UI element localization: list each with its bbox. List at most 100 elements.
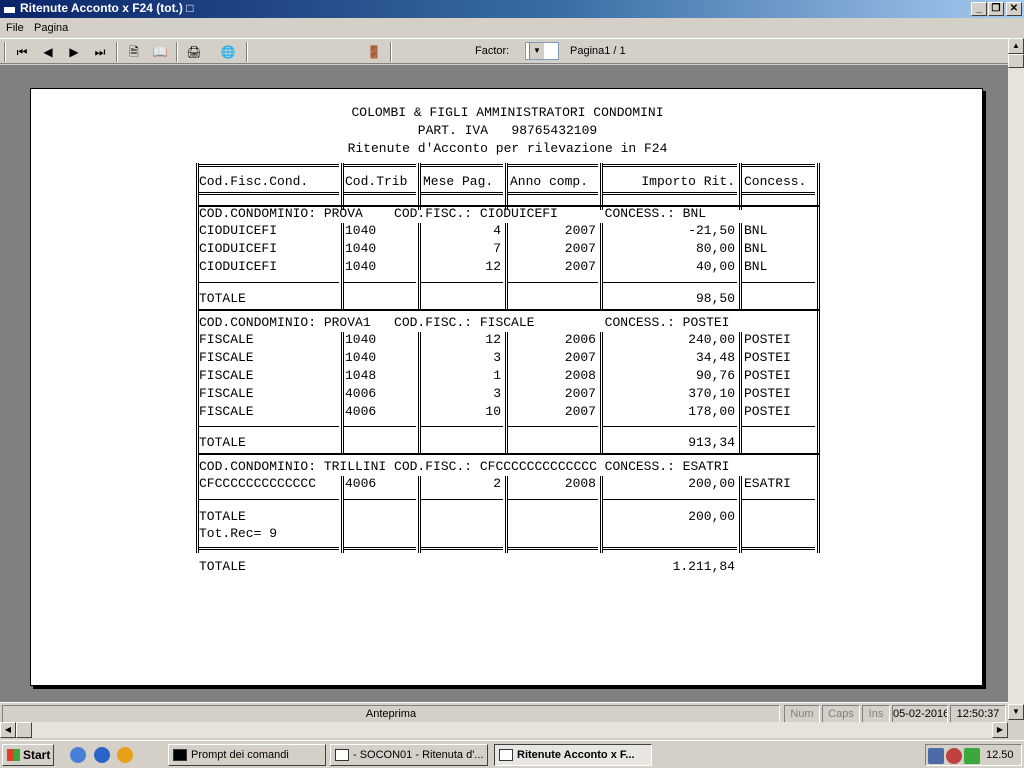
- subtotal-rule: [603, 499, 737, 500]
- window-icon: [3, 3, 16, 14]
- table-cell: 370,10: [688, 386, 735, 401]
- task-ritenute-acconto[interactable]: Ritenute Acconto x F...: [494, 744, 652, 766]
- menu-bar: File Pagina: [0, 19, 1008, 38]
- column-divider: [341, 332, 344, 455]
- table-cell: BNL: [744, 241, 768, 256]
- internet-explorer-icon[interactable]: [94, 747, 110, 763]
- two-pages-icon[interactable]: 📖: [150, 42, 170, 62]
- table-cell: 80,00: [695, 241, 735, 256]
- table-cell: FISCALE: [199, 368, 254, 383]
- scroll-thumb[interactable]: [16, 722, 32, 738]
- report-title: Ritenute d'Acconto per rilevazione in F2…: [347, 141, 668, 156]
- subtotal-value: 98,50: [695, 291, 735, 306]
- scroll-left-icon[interactable]: ◀: [0, 722, 16, 738]
- subtotal-rule: [199, 499, 339, 500]
- table-cell: 2007: [564, 350, 596, 365]
- vat-number: PART. IVA 98765432109: [417, 123, 598, 138]
- header-rule: [508, 192, 598, 195]
- scroll-right-icon[interactable]: ▶: [992, 722, 1008, 738]
- chevron-down-icon[interactable]: ▼: [529, 43, 544, 59]
- vertical-scrollbar[interactable]: ▲ ▼: [1008, 38, 1024, 720]
- task-command-prompt[interactable]: Prompt dei comandi: [168, 744, 326, 766]
- header-rule: [603, 164, 737, 167]
- table-cell: 1040: [345, 332, 377, 347]
- table-cell: 4006: [345, 476, 377, 491]
- scroll-up-icon[interactable]: ▲: [1008, 38, 1024, 54]
- table-cell: 4006: [345, 386, 377, 401]
- desktop-icon[interactable]: [70, 747, 86, 763]
- menu-pagina[interactable]: Pagina: [34, 22, 68, 34]
- table-cell: 1040: [345, 350, 377, 365]
- header-rule: [742, 164, 815, 167]
- scroll-thumb[interactable]: [1008, 54, 1024, 68]
- console-icon: [173, 749, 187, 761]
- subtotal-rule: [421, 499, 503, 500]
- toolbar-separator: [390, 42, 392, 62]
- table-cell: -21,50: [688, 223, 735, 238]
- table-cell: 1040: [345, 223, 377, 238]
- table-cell: CFCCCCCCCCCCCCC: [199, 476, 317, 491]
- toolbar-separator: [116, 42, 118, 62]
- clock: 12.50: [986, 749, 1014, 761]
- table-cell: FISCALE: [199, 350, 254, 365]
- system-tray: 12.50: [925, 744, 1022, 766]
- subtotal-rule: [508, 282, 598, 283]
- window-icon: [335, 749, 349, 761]
- update-icon[interactable]: [964, 748, 980, 764]
- table-cell: POSTEI: [744, 332, 791, 347]
- header-rule: [603, 192, 737, 195]
- subtotal-rule: [199, 426, 339, 427]
- preview-area[interactable]: COLOMBI & FIGLI AMMINISTRATORI CONDOMINI…: [0, 65, 1008, 702]
- group-header: COD.CONDOMINIO: PROVA1 COD.FISC.: FISCAL…: [199, 315, 730, 330]
- scroll-down-icon[interactable]: ▼: [1008, 704, 1024, 720]
- column-header-anno-comp: Anno comp.: [510, 174, 589, 189]
- column-divider: [600, 332, 603, 455]
- title-bar[interactable]: Ritenute Acconto x F24 (tot.) □ _ ❐ ✕: [0, 0, 1024, 18]
- task-socon01[interactable]: - SOCON01 - Ritenuta d'...: [330, 744, 488, 766]
- header-rule: [508, 164, 598, 167]
- export-icon[interactable]: 🌐: [218, 42, 238, 62]
- status-caps: Caps: [822, 705, 860, 723]
- header-rule: [742, 192, 815, 195]
- exit-door-icon[interactable]: 🚪: [364, 42, 384, 62]
- group-header: COD.CONDOMINIO: PROVA COD.FISC.: CIODUIC…: [199, 206, 707, 221]
- last-page-icon[interactable]: ⏭: [90, 42, 110, 62]
- close-button[interactable]: ✕: [1006, 2, 1022, 16]
- header-rule: [421, 192, 503, 195]
- horizontal-scrollbar[interactable]: ◀ ▶: [0, 722, 1008, 738]
- previous-page-icon[interactable]: ◀: [38, 42, 58, 62]
- network-icon[interactable]: [928, 748, 944, 764]
- header-rule: [421, 164, 503, 167]
- minimize-button[interactable]: _: [971, 2, 987, 16]
- company-name: COLOMBI & FIGLI AMMINISTRATORI CONDOMINI: [351, 105, 664, 120]
- table-cell: 2007: [564, 386, 596, 401]
- toolbar-grip: [4, 42, 6, 62]
- table-cell: 2008: [564, 476, 596, 491]
- footer-rule: [508, 547, 598, 550]
- status-date: 05-02-2016: [892, 705, 948, 723]
- menu-file[interactable]: File: [6, 22, 24, 34]
- factor-label: Factor:: [475, 45, 510, 57]
- status-time: 12:50:37: [950, 705, 1006, 723]
- subtotal-rule: [742, 282, 815, 283]
- application-window: Ritenute Acconto x F24 (tot.) □ _ ❐ ✕ Fi…: [0, 0, 1024, 740]
- page-indicator: Pagina1 / 1: [570, 45, 626, 57]
- restore-button[interactable]: ❐: [988, 2, 1004, 16]
- next-page-icon[interactable]: ▶: [64, 42, 84, 62]
- column-header-cod-trib: Cod.Trib: [345, 174, 408, 189]
- table-cell: CIODUICEFI: [199, 223, 278, 238]
- footer-rule: [603, 547, 737, 550]
- table-cell: POSTEI: [744, 368, 791, 383]
- security-icon[interactable]: [946, 748, 962, 764]
- print-icon[interactable]: 🖨: [184, 42, 204, 62]
- media-player-icon[interactable]: [117, 747, 133, 763]
- toolbar: ⏮ ◀ ▶ ⏭ 🗎 📖 🖨 🌐 🚪 Factor: 1 ▼ Pagina1 / …: [0, 38, 1008, 64]
- start-button[interactable]: Start: [2, 744, 54, 766]
- subtotal-rule: [603, 282, 737, 283]
- taskbar: Start Prompt dei comandi - SOCON01 - Rit…: [0, 740, 1024, 768]
- first-page-icon[interactable]: ⏮: [12, 42, 32, 62]
- column-divider: [341, 476, 344, 553]
- factor-select[interactable]: 1 ▼: [525, 42, 559, 60]
- subtotal-rule: [603, 426, 737, 427]
- single-page-icon[interactable]: 🗎: [124, 42, 144, 62]
